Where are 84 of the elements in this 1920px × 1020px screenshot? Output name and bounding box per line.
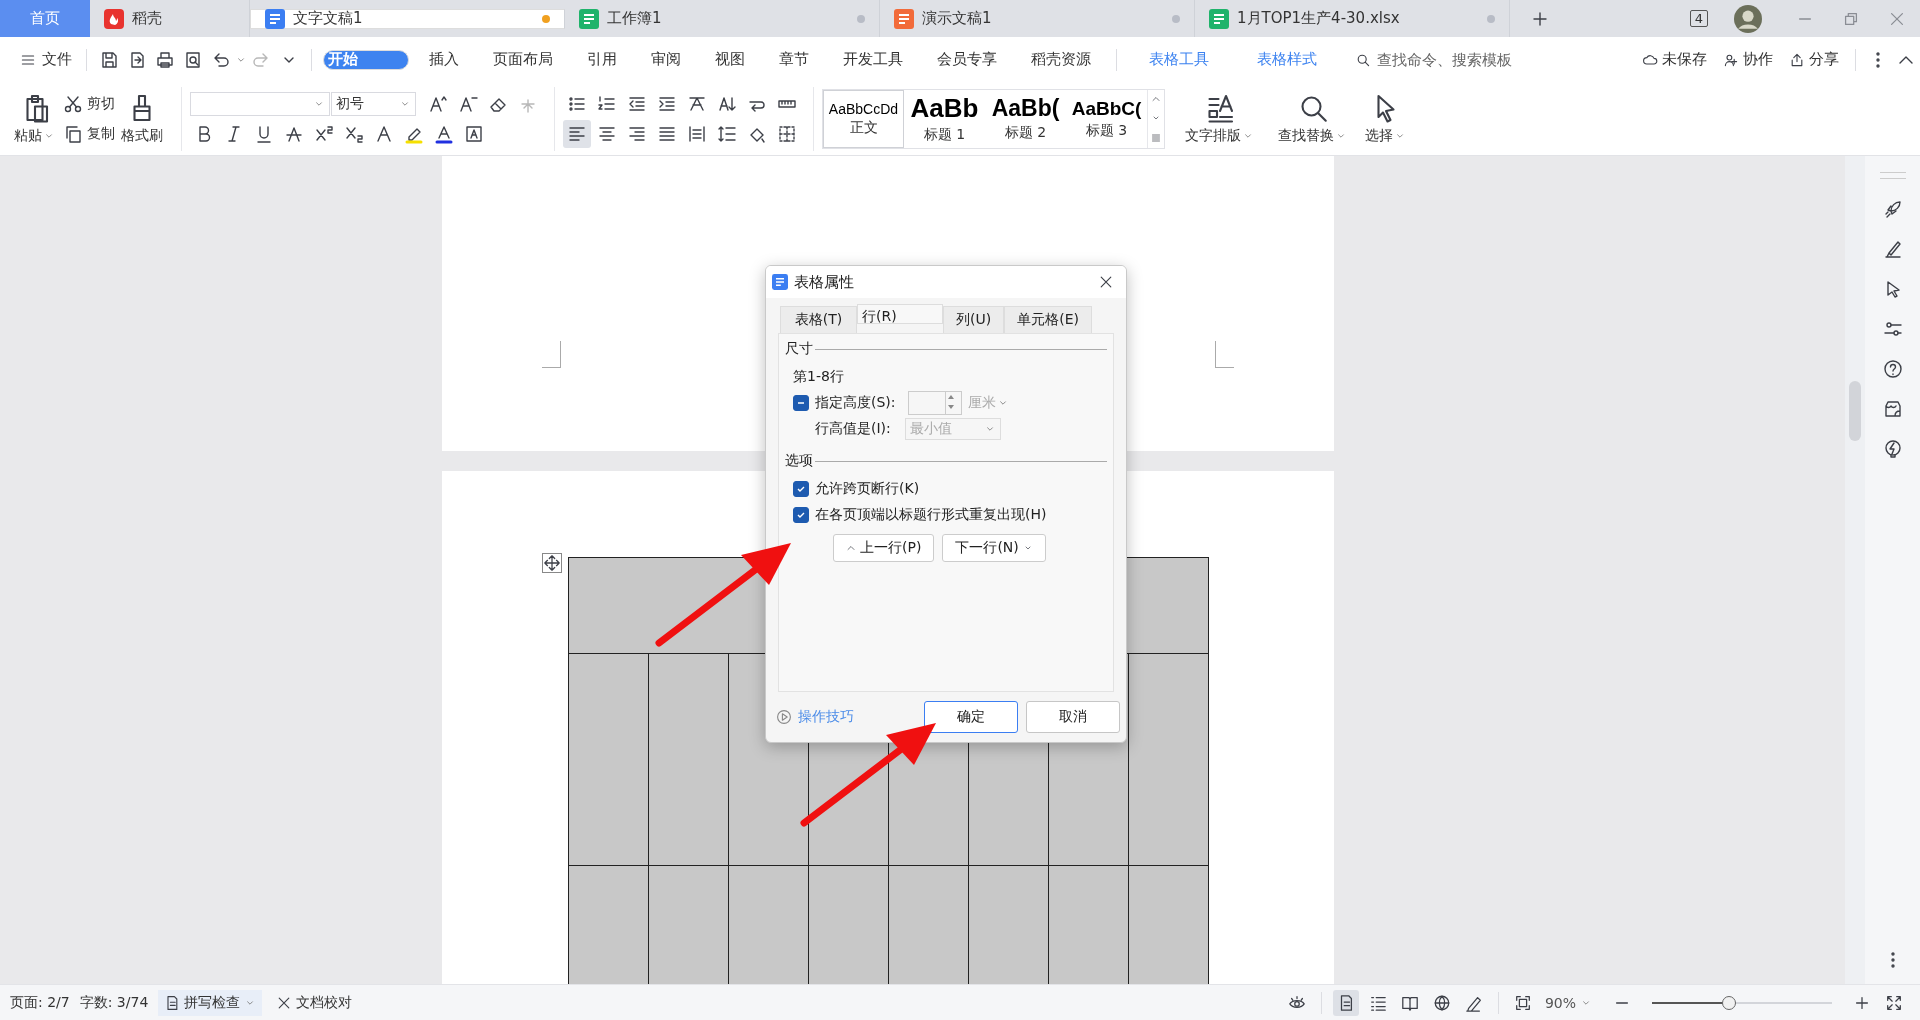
close-icon[interactable] <box>1098 274 1114 290</box>
page-count[interactable]: 页面: 2/7 <box>10 993 70 1012</box>
share-icon <box>1789 51 1805 68</box>
previous-row-button[interactable]: 上一行(P) <box>833 534 935 562</box>
font-size-field[interactable]: 初号 <box>331 91 416 116</box>
page-view-icon[interactable] <box>1332 989 1359 1016</box>
avatar[interactable] <box>1734 4 1762 33</box>
ribbon-tab[interactable]: 页面布局 <box>479 47 567 72</box>
ribbon-tab[interactable]: 章节 <box>765 47 823 72</box>
app-logo-icon <box>894 8 914 29</box>
command-search-field[interactable]: 查找命令、搜索模板 <box>1355 49 1549 70</box>
tab-title: 工作簿1 <box>607 9 663 28</box>
format-painter-button[interactable]: 格式刷 <box>115 92 169 145</box>
style-option[interactable]: AaBb( 标题 2 <box>985 89 1066 148</box>
file-menu[interactable]: 文件 <box>14 50 78 69</box>
spell-check-button[interactable]: 拼写检查 <box>158 989 263 1016</box>
dialog-tab[interactable]: 单元格(E) <box>1004 306 1092 333</box>
brush-icon[interactable] <box>1882 239 1903 259</box>
select-button[interactable]: 选择 <box>1359 92 1412 145</box>
style-option[interactable]: AaBb 标题 1 <box>904 89 985 148</box>
align-left-icon[interactable] <box>563 119 591 148</box>
ribbon-tab[interactable]: 稻壳资源 <box>1017 47 1105 72</box>
flame-logo-icon <box>104 8 124 29</box>
field-label: 指定高度(S): <box>815 394 896 412</box>
save-icon[interactable] <box>99 49 119 70</box>
ribbon-tab[interactable]: 引用 <box>573 47 631 72</box>
word-count[interactable]: 字数: 3/74 <box>79 993 149 1012</box>
text-layout-button[interactable]: 文字排版 <box>1173 92 1266 145</box>
ribbon-tab[interactable]: 审阅 <box>637 47 695 72</box>
print-icon[interactable] <box>155 49 175 70</box>
app-logo-icon <box>772 274 788 290</box>
paste-button[interactable]: 粘贴 <box>8 92 61 145</box>
field-label: 行高值是(I): <box>815 420 891 438</box>
share-button[interactable]: 分享 <box>1789 50 1839 69</box>
font-name-field[interactable] <box>190 91 330 116</box>
row-range-label: 第1-8行 <box>792 367 845 386</box>
ok-button[interactable]: 确定 <box>924 701 1018 733</box>
arrow-up-icon <box>846 543 856 553</box>
vertical-scrollbar[interactable] <box>1845 156 1865 984</box>
slider-thumb[interactable] <box>1722 995 1737 1010</box>
collaborate-button[interactable]: 协作 <box>1723 50 1773 69</box>
dialog-tab[interactable]: 表格(T) <box>780 306 857 333</box>
style-option[interactable]: AaBbC( 标题 3 <box>1066 89 1147 148</box>
dialog-tab[interactable]: 列(U) <box>943 306 1005 333</box>
drag-handle[interactable] <box>1879 172 1906 179</box>
tab-title: 1月TOP1生产4-30.xlsx <box>1237 9 1401 28</box>
document-tab[interactable]: 文字文稿1 <box>250 8 565 29</box>
app-logo-icon <box>265 8 285 29</box>
print-preview-icon[interactable] <box>183 49 203 70</box>
find-replace-button[interactable]: 查找替换 <box>1266 92 1359 145</box>
ribbon-tab[interactable]: 表格工具 <box>1135 47 1223 72</box>
zoom-dropdown[interactable]: 90% <box>1538 990 1598 1015</box>
ribbon-tab[interactable]: 会员专享 <box>923 47 1011 72</box>
store-icon[interactable] <box>1882 399 1903 419</box>
app-logo-icon <box>579 8 599 29</box>
next-row-button[interactable]: 下一行(N) <box>942 534 1046 562</box>
ribbon-tab[interactable]: 表格样式 <box>1243 47 1331 72</box>
ribbon-tab[interactable]: 视图 <box>701 47 759 72</box>
section-heading: 选项 <box>785 452 813 470</box>
tab-title: 文字文稿1 <box>293 9 364 28</box>
checkbox-label: 允许跨页断行(K) <box>815 480 920 498</box>
ribbon-tab[interactable]: 开发工具 <box>829 47 917 72</box>
dialog-title: 表格属性 <box>794 272 854 292</box>
help-icon[interactable] <box>1882 359 1903 379</box>
tab-title: 稻壳 <box>132 9 163 28</box>
section-heading: 尺寸 <box>785 340 813 358</box>
window-count-badge[interactable]: 4 <box>1689 10 1708 27</box>
ribbon-tab[interactable]: 开始 <box>323 49 409 70</box>
cancel-button[interactable]: 取消 <box>1026 701 1120 733</box>
copy-button[interactable]: 复制 <box>61 121 115 146</box>
proofread-button[interactable]: 文档校对 <box>270 989 359 1016</box>
checkbox-label: 在各页顶端以标题行形式重复出现(H) <box>815 506 1047 524</box>
table-move-icon[interactable] <box>541 553 562 573</box>
ribbon-tab[interactable]: 插入 <box>415 47 473 72</box>
zoom-slider[interactable] <box>1652 994 1832 1011</box>
lightning-icon[interactable] <box>1882 439 1903 459</box>
app-logo-icon <box>1209 8 1229 29</box>
cut-button[interactable]: 剪切 <box>61 91 115 116</box>
unsaved-button[interactable]: 未保存 <box>1642 50 1707 69</box>
dialog-tab[interactable]: 行(R) <box>857 304 943 324</box>
play-icon <box>776 709 792 725</box>
tab-title: 演示文稿1 <box>922 9 993 28</box>
sliders-icon[interactable] <box>1882 319 1903 339</box>
style-option[interactable]: AaBbCcDd 正文 <box>823 89 904 148</box>
